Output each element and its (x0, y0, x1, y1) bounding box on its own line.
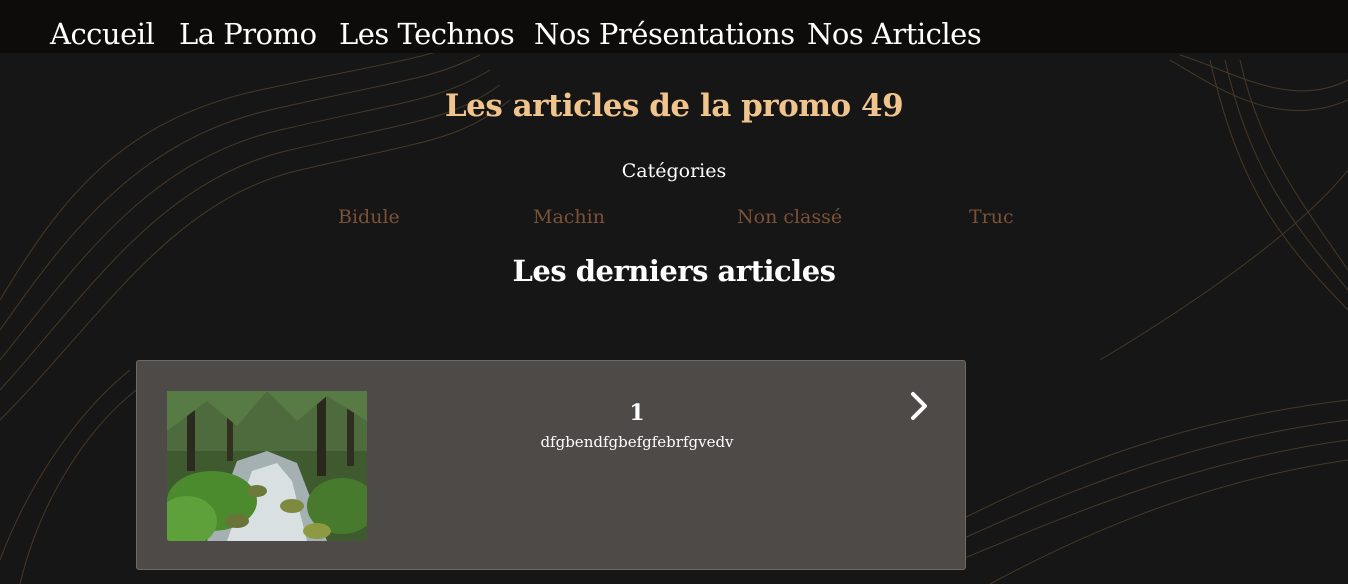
category-link-machin[interactable]: Machin (533, 203, 605, 231)
page-title: Les articles de la promo 49 (444, 88, 904, 124)
latest-articles-heading: Les derniers articles (512, 254, 836, 288)
chevron-right-icon[interactable] (907, 389, 931, 423)
category-link-truc[interactable]: Truc (969, 203, 1014, 231)
nav-item-la-promo[interactable]: La Promo (179, 14, 317, 54)
nav-item-nos-presentations[interactable]: Nos Présentations (534, 14, 795, 54)
article-excerpt: dfgbendfgbefgfebrfgvedv (540, 433, 734, 451)
nav-item-accueil[interactable]: Accueil (50, 14, 155, 54)
nav-item-nos-articles[interactable]: Nos Articles (807, 14, 982, 54)
top-navbar: Accueil La Promo Les Technos Nos Présent… (0, 0, 1348, 53)
article-card[interactable]: 1 dfgbendfgbefgfebrfgvedv (136, 360, 966, 570)
article-title[interactable]: 1 (367, 397, 907, 429)
categories-heading: Catégories (621, 160, 727, 182)
article-thumbnail-image[interactable] (167, 391, 367, 541)
nav-item-les-technos[interactable]: Les Technos (339, 14, 515, 54)
category-link-non-classe[interactable]: Non classé (737, 203, 842, 231)
category-link-bidule[interactable]: Bidule (338, 203, 400, 231)
